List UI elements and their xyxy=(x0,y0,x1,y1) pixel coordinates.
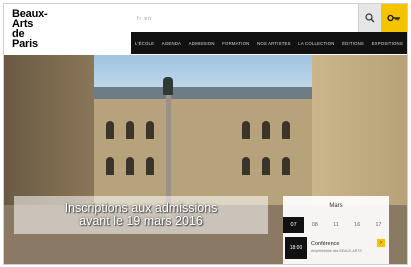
event-subtitle: Amphithéâtre des BEAUX-ARTS xyxy=(311,249,362,253)
agenda-widget: Mars 07 08 11 16 17 18:00 Conférence Amp… xyxy=(283,196,389,264)
event-text: Conférence Amphithéâtre des BEAUX-ARTS xyxy=(307,237,362,263)
site-logo[interactable]: Beaux- Arts de Paris xyxy=(12,9,130,55)
search-icon xyxy=(365,13,375,23)
nav-item-admission[interactable]: Admission xyxy=(189,41,215,46)
event-title: Conférence xyxy=(311,241,340,247)
calendar-day[interactable]: 17 xyxy=(368,217,389,233)
nav-item-agenda[interactable]: Agenda xyxy=(162,41,181,46)
caption-line: avant le 19 mars 2016 xyxy=(79,214,203,228)
event-time: 18:00 xyxy=(285,237,307,259)
hero-caption[interactable]: Inscriptions aux admissions avant le 19 … xyxy=(14,196,268,234)
calendar-day[interactable]: 08 xyxy=(304,217,325,233)
nav-item-formation[interactable]: Formation xyxy=(222,41,249,46)
arrow-icon[interactable]: › xyxy=(377,239,385,247)
building-facade xyxy=(92,99,314,211)
nav-item-expositions[interactable]: Expositions xyxy=(372,41,403,46)
main-nav: L'école Agenda Admission Formation Nos a… xyxy=(131,32,407,54)
nav-item-ecole[interactable]: L'école xyxy=(135,41,154,46)
calendar-day[interactable]: 07 xyxy=(283,217,305,233)
calendar-day[interactable]: 11 xyxy=(325,217,346,233)
header-tools xyxy=(358,4,407,32)
event-item[interactable]: 18:00 Conférence Amphithéâtre des BEAUX-… xyxy=(283,237,389,263)
calendar-day[interactable]: 16 xyxy=(347,217,368,233)
building-roof xyxy=(90,87,316,99)
calendar-month: Mars xyxy=(329,203,343,209)
hero-image[interactable]: Inscriptions aux admissions avant le 19 … xyxy=(4,55,407,264)
search-button[interactable] xyxy=(358,4,381,32)
key-icon xyxy=(387,14,400,22)
logo-line: Arts xyxy=(12,18,34,30)
language-switch[interactable]: fr en xyxy=(137,16,152,22)
nav-item-nos-artistes[interactable]: Nos artistes xyxy=(257,41,291,46)
account-button[interactable] xyxy=(381,4,407,32)
statue xyxy=(163,77,173,95)
logo-line: Paris xyxy=(12,38,38,50)
calendar-days: 07 08 11 16 17 xyxy=(283,217,389,233)
nav-item-collection[interactable]: La collection xyxy=(298,41,334,46)
nav-item-editions[interactable]: Éditions xyxy=(342,41,364,46)
page-frame: Beaux- Arts de Paris fr en L'école Agend… xyxy=(3,3,408,265)
